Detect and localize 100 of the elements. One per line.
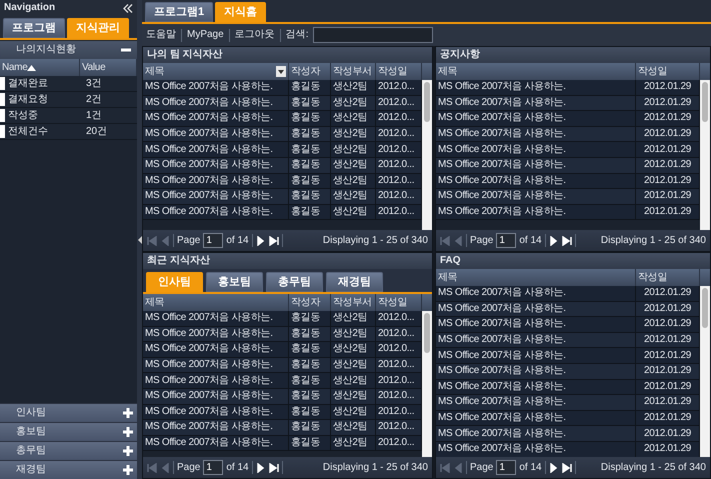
- table-cell: MS Office 2007처음 사용하는.: [436, 96, 636, 110]
- table-cell: 홍길동: [289, 174, 331, 188]
- accordion-header[interactable]: 홍보팀: [0, 422, 137, 441]
- search-field[interactable]: [313, 27, 434, 43]
- scrollbar[interactable]: [422, 311, 432, 457]
- table-cell: MS Office 2007처음 사용하는.: [436, 126, 636, 142]
- table-cell: MS Office 2007처음 사용하는.: [143, 174, 289, 188]
- table-cell: MS Office 2007처음 사용하는.: [143, 311, 289, 326]
- expand-icon[interactable]: [123, 427, 133, 437]
- table-cell: 생산2팀: [331, 388, 376, 404]
- table-cell: MS Office 2007처음 사용하는.: [436, 317, 636, 332]
- table-cell-text: 3건: [85, 78, 102, 90]
- table-cell: MS Office 2007처음 사용하는.: [436, 204, 636, 220]
- panel-title: FAQ: [436, 253, 710, 269]
- page-field[interactable]: 1: [203, 460, 224, 475]
- table-cell: 홍길동: [289, 388, 331, 404]
- page-count: of 14: [519, 462, 542, 474]
- page-field[interactable]: 1: [203, 233, 224, 248]
- last-page-icon[interactable]: [268, 462, 279, 472]
- table-cell-text: 전체건수: [8, 126, 49, 138]
- table-cell-text: 1건: [85, 110, 102, 122]
- tab[interactable]: 프로그램1: [145, 2, 214, 22]
- table-cell: MS Office 2007처음 사용하는.: [143, 404, 289, 420]
- last-page-icon[interactable]: [268, 236, 279, 246]
- table-cell: 홍길동: [289, 342, 331, 357]
- table-cell: 홍길동: [289, 404, 331, 420]
- table-cell: MS Office 2007처음 사용하는.: [143, 373, 289, 388]
- table-cell: 홍길동: [289, 80, 331, 95]
- table-cell: MS Office 2007처음 사용하는.: [436, 174, 636, 188]
- collapse-icon[interactable]: [123, 4, 133, 12]
- next-page-icon[interactable]: [256, 462, 266, 472]
- table-cell: 생산2팀: [331, 96, 376, 110]
- expand-icon[interactable]: [123, 408, 133, 418]
- table-cell: 생산2팀: [331, 204, 376, 220]
- paging-status: Displaying 1 - 25 of 340: [600, 462, 706, 474]
- table-cell: MS Office 2007처음 사용하는.: [143, 420, 289, 435]
- next-page-icon[interactable]: [256, 236, 266, 246]
- table-cell: MS Office 2007처음 사용하는.: [436, 364, 636, 379]
- section-title: 나의지식현황: [16, 44, 76, 56]
- table-cell: MS Office 2007처음 사용하는.: [436, 158, 636, 173]
- table-cell: 홍길동: [289, 420, 331, 435]
- table-cell: 홍길동: [289, 436, 331, 450]
- tab[interactable]: 재경팀: [326, 272, 383, 292]
- table-cell: 생산2팀: [331, 404, 376, 420]
- table-cell: MS Office 2007처음 사용하는.: [436, 410, 636, 426]
- table-cell: 생산2팀: [331, 326, 376, 342]
- dropdown-icon[interactable]: [276, 66, 286, 77]
- page-field[interactable]: 1: [496, 460, 516, 475]
- expand-icon[interactable]: [123, 465, 133, 475]
- table-cell-text: 작성중: [8, 110, 39, 122]
- tab[interactable]: 프로그램: [3, 18, 65, 38]
- table-cell: MS Office 2007처음 사용하는.: [436, 80, 636, 95]
- accordion-header[interactable]: 총무팀: [0, 441, 137, 460]
- table-cell: 홍길동: [289, 326, 331, 342]
- table-cell: 생산2팀: [331, 142, 376, 157]
- scrollbar[interactable]: [700, 286, 710, 457]
- table-cell-text: 결재완료: [8, 78, 49, 90]
- scrollbar[interactable]: [422, 80, 432, 230]
- paging-status: Displaying 1 - 25 of 340: [322, 234, 428, 246]
- page-label: Page: [177, 234, 200, 246]
- accordion-header[interactable]: 재경팀: [0, 460, 137, 479]
- tab[interactable]: 홍보팀: [206, 272, 263, 292]
- table-cell: MS Office 2007처음 사용하는.: [143, 80, 289, 95]
- table-cell: MS Office 2007처음 사용하는.: [436, 332, 636, 348]
- last-page-icon[interactable]: [562, 462, 572, 472]
- table-cell: MS Office 2007처음 사용하는.: [436, 189, 636, 204]
- next-page-icon[interactable]: [548, 236, 559, 246]
- table-cell: 생산2팀: [331, 420, 376, 435]
- table-cell: MS Office 2007처음 사용하는.: [436, 395, 636, 410]
- last-page-icon[interactable]: [562, 236, 572, 246]
- expand-icon[interactable]: [123, 446, 133, 456]
- table-cell: 생산2팀: [331, 311, 376, 326]
- table-cell: 생산2팀: [331, 189, 376, 204]
- table-cell: MS Office 2007처음 사용하는.: [436, 286, 636, 301]
- table-cell: 홍길동: [289, 126, 331, 142]
- tab[interactable]: 총무팀: [266, 272, 323, 292]
- table-cell: MS Office 2007처음 사용하는.: [436, 380, 636, 394]
- page-count: of 14: [226, 234, 249, 246]
- table-cell: MS Office 2007처음 사용하는.: [436, 348, 636, 363]
- row-marker: [0, 125, 5, 138]
- scrollbar[interactable]: [700, 80, 710, 230]
- table-cell: MS Office 2007처음 사용하는.: [143, 436, 289, 450]
- panel-title: 나의 팀 지식자산: [143, 47, 432, 63]
- page-label: Page: [470, 234, 494, 246]
- table-cell: MS Office 2007처음 사용하는.: [143, 358, 289, 372]
- table-cell: 홍길동: [289, 111, 331, 126]
- page-field[interactable]: 1: [496, 233, 516, 248]
- accordion-header[interactable]: 인사팀: [0, 403, 137, 422]
- table-cell: 생산2팀: [331, 126, 376, 142]
- table-cell: 홍길동: [289, 373, 331, 388]
- toolbar-link[interactable]: 도움말: [146, 29, 176, 41]
- table-cell: MS Office 2007처음 사용하는.: [143, 111, 289, 126]
- next-page-icon[interactable]: [548, 462, 559, 472]
- row-marker: [0, 109, 5, 122]
- table-cell-text: 20건: [85, 126, 108, 138]
- page-count: of 14: [226, 462, 249, 474]
- table-cell: MS Office 2007처음 사용하는.: [143, 342, 289, 357]
- table-cell: 생산2팀: [331, 342, 376, 357]
- toolbar-link[interactable]: 로그아웃: [234, 29, 275, 41]
- toolbar-link[interactable]: MyPage: [187, 29, 224, 41]
